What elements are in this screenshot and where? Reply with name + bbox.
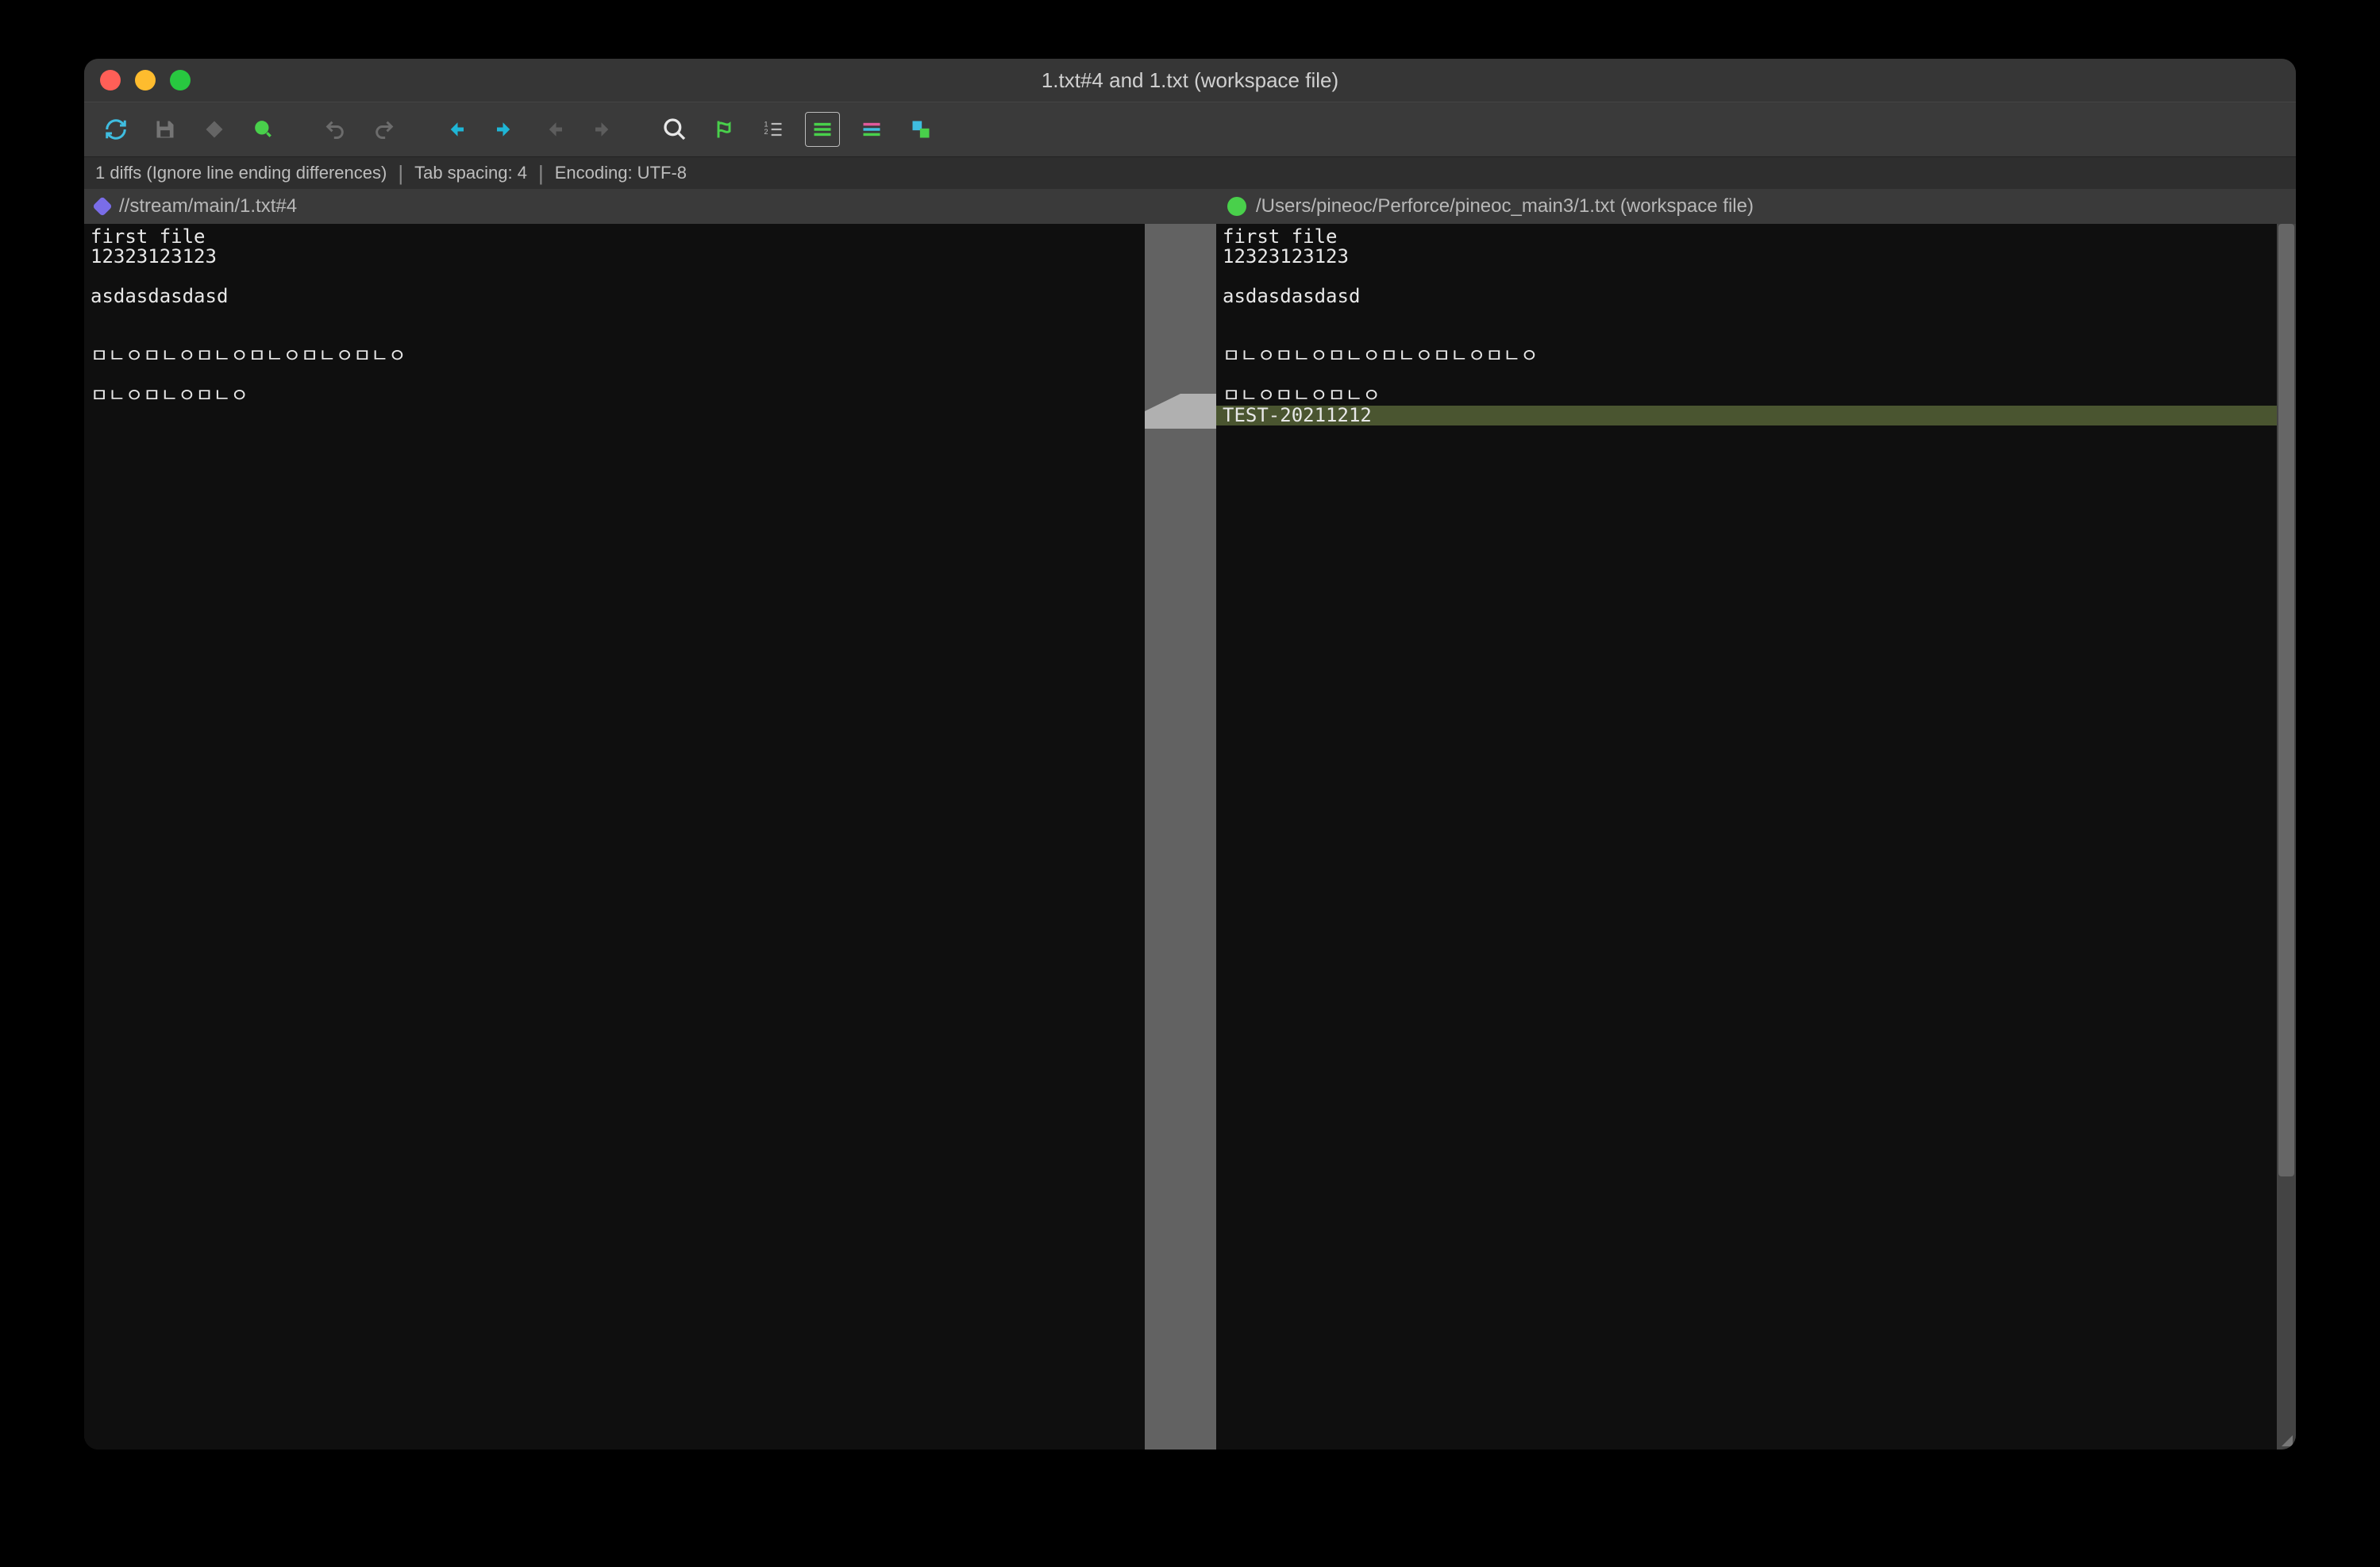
undo-icon xyxy=(324,118,346,141)
scroll-thumb[interactable] xyxy=(2278,224,2294,1176)
diamond-icon xyxy=(203,118,225,141)
arrow-left-grey-icon xyxy=(542,117,566,141)
window-title: 1.txt#4 and 1.txt (workspace file) xyxy=(84,68,2296,93)
svg-text:2: 2 xyxy=(764,128,768,136)
right-pane[interactable]: first file12323123123 asdasdasdasd ㅁㄴㅇㅁㄴㅇㅁ… xyxy=(1216,224,2277,1450)
goto-icon xyxy=(713,118,735,141)
code-line xyxy=(1216,306,2277,326)
arrow-left-icon xyxy=(444,117,468,141)
depot-icon xyxy=(92,196,112,216)
workspace-icon xyxy=(1227,197,1246,216)
right-file-header: /Users/pineoc/Perforce/pineoc_main3/1.tx… xyxy=(1216,189,2277,224)
status-tab: Tab spacing: 4 xyxy=(414,163,527,183)
code-line: asdasdasdasd xyxy=(1216,287,2277,306)
edit-button[interactable] xyxy=(197,112,232,147)
zoom-icon[interactable] xyxy=(170,70,191,90)
status-encoding: Encoding: UTF-8 xyxy=(555,163,687,183)
line-numbers-icon: 12 xyxy=(762,118,784,141)
redo-button[interactable] xyxy=(367,112,402,147)
redo-icon xyxy=(373,118,395,141)
goto-button[interactable] xyxy=(707,112,741,147)
right-file-path: /Users/pineoc/Perforce/pineoc_main3/1.tx… xyxy=(1256,195,1754,218)
code-line xyxy=(1216,326,2277,346)
code-line: first file xyxy=(1216,227,2277,247)
code-line: asdasdasdasd xyxy=(84,287,1145,306)
next-file-button[interactable] xyxy=(586,112,621,147)
arrow-right-icon xyxy=(493,117,517,141)
titlebar: 1.txt#4 and 1.txt (workspace file) xyxy=(84,59,2296,102)
code-line xyxy=(1216,267,2277,287)
inline-diff-button[interactable] xyxy=(805,112,840,147)
inline-icon xyxy=(811,118,834,141)
code-line xyxy=(84,366,1145,386)
code-line: 12323123123 xyxy=(1216,247,2277,267)
diff-window: 1.txt#4 and 1.txt (workspace file) xyxy=(84,59,2296,1450)
scrollbar[interactable] xyxy=(2277,224,2296,1450)
line-numbers-button[interactable]: 12 xyxy=(756,112,791,147)
search-icon xyxy=(662,117,687,142)
side-by-side-button[interactable] xyxy=(854,112,889,147)
refresh-button[interactable] xyxy=(98,112,133,147)
status-diffs: 1 diffs (Ignore line ending differences) xyxy=(95,163,387,183)
code-line xyxy=(84,267,1145,287)
save-icon xyxy=(154,118,176,141)
file-header: //stream/main/1.txt#4 /Users/pineoc/Perf… xyxy=(84,189,2296,224)
window-controls xyxy=(84,70,191,90)
refresh-icon xyxy=(104,117,128,141)
code-line xyxy=(84,306,1145,326)
swap-button[interactable] xyxy=(903,112,938,147)
side-icon xyxy=(861,118,883,141)
added-line: TEST-20211212 xyxy=(1216,406,2277,425)
code-line: 12323123123 xyxy=(84,247,1145,267)
swap-icon xyxy=(910,118,932,141)
mark-button[interactable] xyxy=(246,112,281,147)
left-file-header: //stream/main/1.txt#4 xyxy=(84,189,1145,224)
divider: | xyxy=(398,161,403,186)
diff-body: first file12323123123asdasdasdasdㅁㄴㅇㅁㄴㅇㅁ… xyxy=(84,224,2296,1450)
left-pane[interactable]: first file12323123123 asdasdasdasd ㅁㄴㅇㅁㄴㅇㅁ… xyxy=(84,224,1145,1450)
code-line xyxy=(1216,366,2277,386)
divider: | xyxy=(538,161,544,186)
find-button[interactable] xyxy=(657,112,692,147)
code-line: ㅁㄴㅇㅁㄴㅇㅁㄴㅇ xyxy=(84,386,1145,406)
code-line: ㅁㄴㅇㅁㄴㅇㅁㄴㅇㅁㄴㅇㅁㄴㅇㅁㄴㅇ xyxy=(1216,346,2277,366)
left-file-path: //stream/main/1.txt#4 xyxy=(119,195,297,218)
toolbar: 12 xyxy=(84,102,2296,157)
next-diff-button[interactable] xyxy=(487,112,522,147)
code-line xyxy=(84,326,1145,346)
prev-diff-button[interactable] xyxy=(438,112,473,147)
prev-file-button[interactable] xyxy=(537,112,572,147)
undo-button[interactable] xyxy=(318,112,352,147)
resize-handle[interactable] xyxy=(2277,1430,2293,1446)
code-line: first file xyxy=(84,227,1145,247)
status-bar: 1 diffs (Ignore line ending differences)… xyxy=(84,157,2296,189)
save-button[interactable] xyxy=(148,112,183,147)
diff-gutter[interactable] xyxy=(1145,224,1216,1450)
diff-marker[interactable] xyxy=(1145,394,1216,429)
code-line: ㅁㄴㅇㅁㄴㅇㅁㄴㅇ xyxy=(1216,386,2277,406)
arrow-right-grey-icon xyxy=(591,117,615,141)
minimize-icon[interactable] xyxy=(135,70,156,90)
code-line: ㅁㄴㅇㅁㄴㅇㅁㄴㅇㅁㄴㅇㅁㄴㅇㅁㄴㅇ xyxy=(84,346,1145,366)
dot-icon xyxy=(253,119,274,140)
close-icon[interactable] xyxy=(100,70,121,90)
